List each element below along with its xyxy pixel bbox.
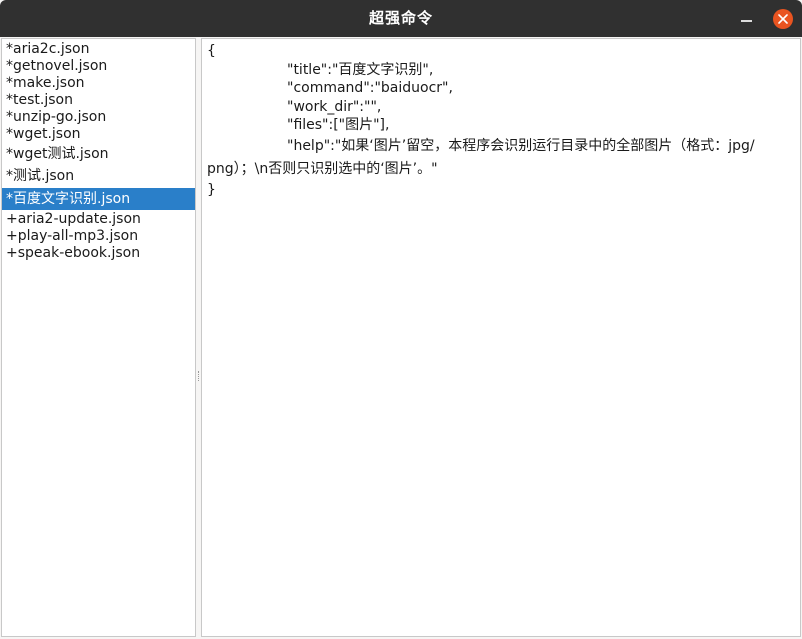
editor-line: "work_dir":"", (287, 98, 382, 115)
titlebar[interactable]: 超强命令 (0, 0, 802, 37)
editor-line: png）；\n否则只识别选中的‘图片’。" (207, 160, 438, 177)
list-item[interactable]: *make.json (2, 75, 195, 92)
list-item[interactable]: *getnovel.json (2, 58, 195, 75)
json-editor[interactable]: { "title":"百度文字识别", "command":"baiduocr"… (207, 42, 794, 199)
list-item[interactable]: *aria2c.json (2, 41, 195, 58)
editor-line: "title":"百度文字识别", (287, 61, 434, 78)
editor-line: { (207, 43, 216, 59)
list-item[interactable]: +play-all-mp3.json (2, 228, 195, 245)
file-list-pane[interactable]: *aria2c.json *getnovel.json *make.json *… (1, 38, 196, 637)
list-item[interactable]: *unzip-go.json (2, 109, 195, 126)
editor-line: "files":["图片"], (287, 117, 390, 133)
list-item-selected[interactable]: *百度文字识别.json (2, 188, 195, 210)
close-icon[interactable] (773, 9, 793, 29)
list-item[interactable]: +aria2-update.json (2, 211, 195, 228)
list-item[interactable]: *wget.json (2, 126, 195, 143)
window-title: 超强命令 (368, 9, 433, 27)
list-item[interactable]: *test.json (2, 92, 195, 109)
list-item[interactable]: *wget测试.json (2, 143, 195, 165)
json-editor-pane[interactable]: { "title":"百度文字识别", "command":"baiduocr"… (201, 38, 801, 637)
list-item[interactable]: +speak-ebook.json (2, 245, 195, 262)
file-list: *aria2c.json *getnovel.json *make.json *… (2, 39, 195, 262)
editor-line: "help":"如果‘图片’留空，本程序会识别运行目录中的全部图片（格式：jpg… (287, 137, 755, 154)
editor-line: } (207, 181, 216, 198)
editor-line: "command":"baiduocr", (287, 80, 453, 96)
list-item[interactable]: *测试.json (2, 165, 195, 187)
minimize-icon[interactable] (737, 9, 757, 29)
app-window: 超强命令 *aria2c.json *getnovel.json *make.j… (0, 0, 802, 639)
